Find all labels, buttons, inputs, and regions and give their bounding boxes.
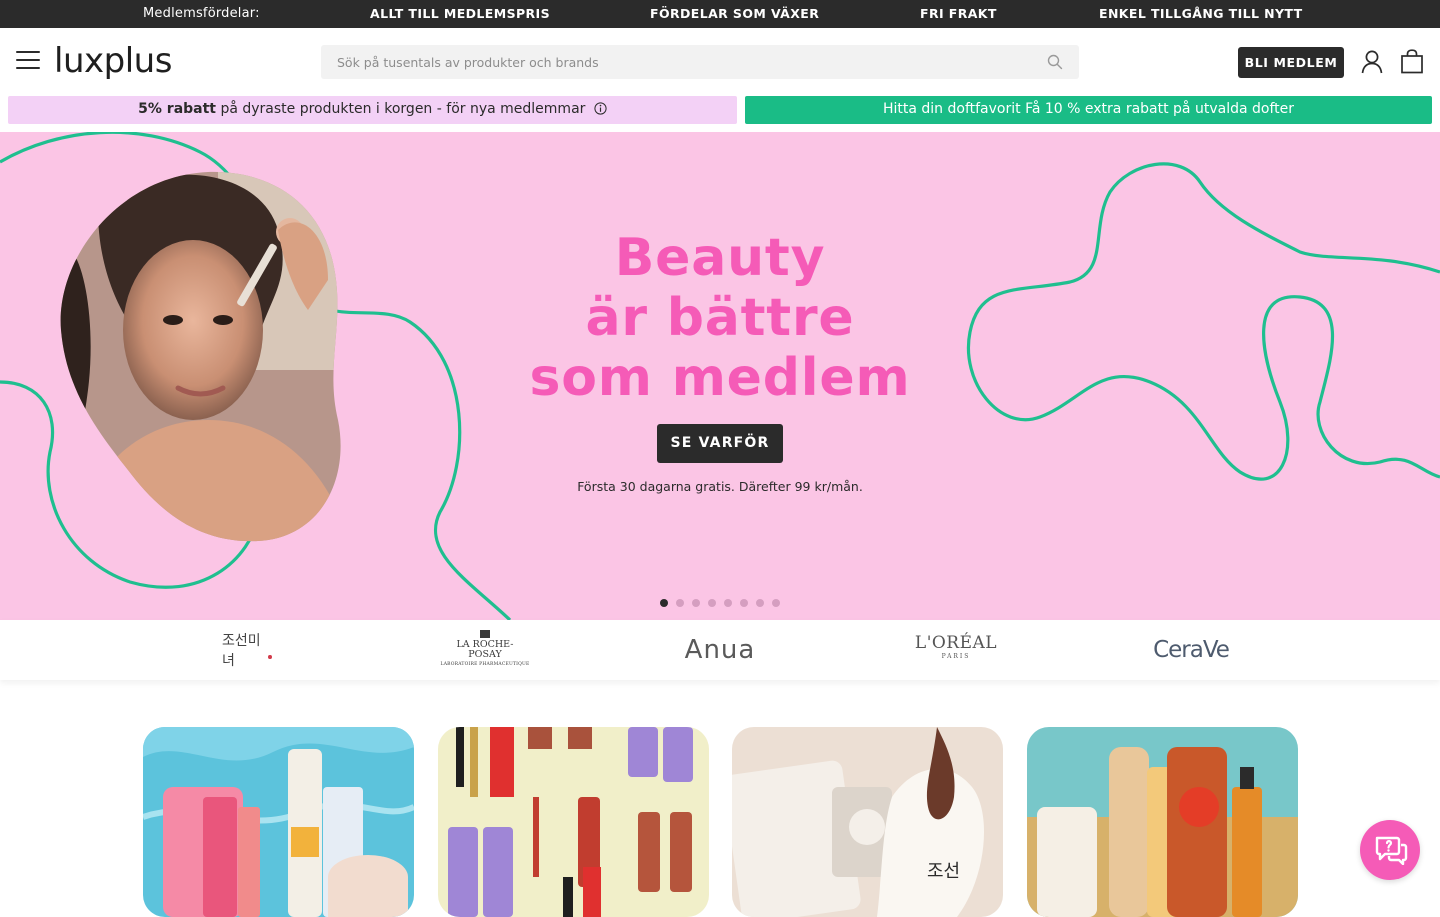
brand-loreal[interactable]: L'ORÉAL PARIS: [908, 630, 1004, 670]
brand-beauty-of-joseon-logo: 조선미녀: [222, 633, 261, 669]
benefits-label: Medlemsfördelar:: [143, 6, 260, 21]
card-skincare-image: 조선: [732, 727, 1003, 917]
benefits-bar: Medlemsfördelar: ALLT TILL MEDLEMSPRIS F…: [0, 0, 1440, 28]
brand-anua[interactable]: Anua: [672, 630, 768, 670]
promo-fragrance[interactable]: Hitta din doftfavorit Få 10 % extra raba…: [745, 96, 1432, 124]
lrp-emblem: [480, 630, 490, 638]
benefit-new-access[interactable]: ENKEL TILLGÅNG TILL NYTT: [1099, 6, 1303, 21]
carousel-dot[interactable]: [692, 599, 700, 607]
bag-icon[interactable]: [1400, 49, 1424, 74]
hero-subtext: Första 30 dagarna gratis. Därefter 99 kr…: [577, 479, 863, 494]
card-skincare-logo: 조선: [927, 861, 960, 882]
chat-help-button[interactable]: [1360, 820, 1420, 880]
user-icon[interactable]: [1361, 50, 1383, 74]
carousel-dot[interactable]: [660, 599, 668, 607]
brand-beauty-of-joseon[interactable]: 조선미녀: [222, 630, 272, 670]
card-haircare-image: [438, 727, 709, 917]
hero-title-line-3: som medlem: [529, 348, 911, 408]
search-icon[interactable]: [1047, 54, 1063, 70]
benefit-growing[interactable]: FÖRDELAR SOM VÄXER: [650, 6, 819, 21]
site-header: luxplus BLI MEDLEM: [0, 28, 1440, 94]
brand-la-roche-posay[interactable]: LA ROCHE-POSAY LABORATOIRE PHARMACEUTIQU…: [440, 630, 530, 670]
carousel-dot[interactable]: [740, 599, 748, 607]
see-why-button[interactable]: SE VARFÖR: [657, 424, 783, 463]
brand-loreal-sub: PARIS: [941, 653, 971, 660]
category-card-summer[interactable]: [143, 727, 414, 917]
category-card-suncare[interactable]: [1027, 727, 1298, 917]
logo-dot: [268, 655, 272, 659]
category-card-skincare[interactable]: 조선: [732, 727, 1003, 917]
card-suncare-image: [1027, 727, 1298, 917]
menu-icon[interactable]: [16, 51, 40, 71]
hero-banner[interactable]: Beauty är bättre som medlem SE VARFÖR Fö…: [0, 132, 1440, 620]
info-icon[interactable]: [594, 102, 607, 115]
promo-left-bold: 5% rabatt: [138, 101, 216, 117]
hero-title: Beauty är bättre som medlem: [480, 228, 960, 408]
carousel-dot[interactable]: [772, 599, 780, 607]
brand-cerave[interactable]: CeraVe: [1146, 630, 1236, 670]
hero-title-line-2: är bättre: [585, 288, 855, 348]
search-input[interactable]: [321, 45, 1041, 79]
carousel-dot[interactable]: [676, 599, 684, 607]
carousel-dot[interactable]: [724, 599, 732, 607]
category-card-haircare[interactable]: [438, 727, 709, 917]
hero-title-line-1: Beauty: [614, 228, 826, 288]
benefit-member-price[interactable]: ALLT TILL MEDLEMSPRIS: [370, 6, 550, 21]
card-summer-image: [143, 727, 414, 917]
brand-strip: 조선미녀 LA ROCHE-POSAY LABORATOIRE PHARMACE…: [0, 620, 1440, 680]
benefit-free-shipping[interactable]: FRI FRAKT: [920, 6, 997, 21]
chat-question-icon: [1375, 836, 1408, 865]
carousel-dot[interactable]: [708, 599, 716, 607]
become-member-button[interactable]: BLI MEDLEM: [1238, 47, 1344, 78]
brand-loreal-text: L'ORÉAL: [914, 633, 998, 653]
hero-model-photo: [60, 171, 341, 542]
brand-lrp-text: LA ROCHE-POSAY: [456, 639, 514, 660]
search-bar[interactable]: [321, 45, 1079, 79]
brand-lrp-sub: LABORATOIRE PHARMACEUTIQUE: [440, 662, 530, 667]
site-logo[interactable]: luxplus: [54, 41, 172, 81]
carousel-dot[interactable]: [756, 599, 764, 607]
promo-left-text: på dyraste produkten i korgen - för nya …: [216, 101, 586, 117]
promo-new-member-discount[interactable]: 5% rabatt på dyraste produkten i korgen …: [8, 96, 737, 124]
